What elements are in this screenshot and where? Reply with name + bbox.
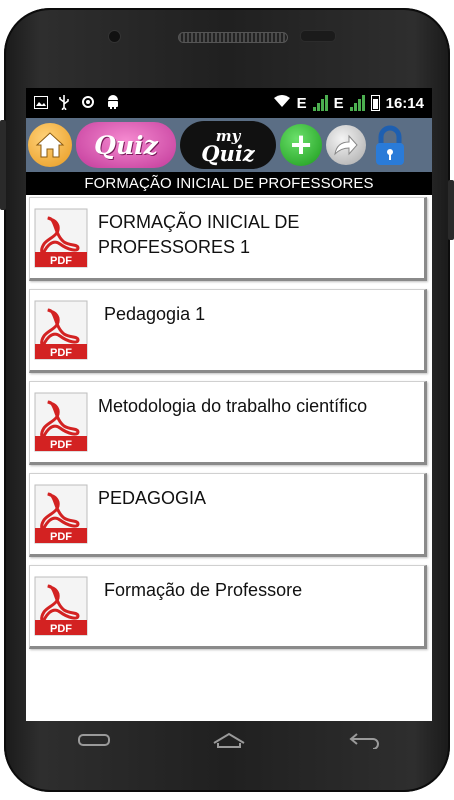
earpiece-speaker [178,32,288,43]
my-quiz-label-bottom: Quiz [201,141,255,166]
signal-icon [312,95,328,111]
svg-text:PDF: PDF [50,255,72,267]
app-toolbar: Quiz my Quiz + [26,118,432,172]
pdf-icon: PDF [34,484,88,544]
pdf-icon: PDF [34,300,88,360]
recent-apps-icon [77,734,110,746]
list-item[interactable]: PDF Metodologia do trabalho científico [29,381,427,465]
list-item-label: Metodologia do trabalho científico [98,396,368,416]
status-time: 16:14 [385,94,424,112]
app-screen: E E 16:14 Quiz my Quiz + FORMAÇÃO INICIA… [26,88,432,721]
battery-icon [370,95,380,111]
list-item[interactable]: PDF Formação de Professore [29,565,427,649]
home-nav-button[interactable] [209,728,249,752]
quiz-button[interactable]: Quiz [76,122,176,168]
sync-icon [80,94,96,112]
page-title: FORMAÇÃO INICIAL DE PROFESSORES [26,172,432,195]
pdf-icon: PDF [34,392,88,452]
network-type-label: E [333,94,344,112]
list-item-label: PEDAGOGIA [98,488,207,508]
list-item[interactable]: PDF PEDAGOGIA [29,473,427,557]
share-button[interactable] [326,125,366,165]
my-quiz-button[interactable]: my Quiz [180,121,276,169]
wifi-icon [273,94,291,113]
list-item-label: Pedagogia 1 [104,304,206,324]
front-camera [108,30,121,43]
home-icon [35,132,65,158]
list-item[interactable]: PDF FORMAÇÃO INICIAL DE PROFESSORES 1 [29,197,427,281]
pdf-icon: PDF [34,576,88,636]
signal-icon [349,95,365,111]
system-nav-bar [26,722,432,758]
usb-icon [58,94,70,112]
list-item-label: Formação de Professore [104,580,303,600]
add-button[interactable]: + [280,124,322,166]
svg-text:PDF: PDF [50,347,72,359]
network-type-label: E [296,94,307,112]
image-icon [34,95,48,111]
list-item-label: FORMAÇÃO INICIAL DE PROFESSORES 1 [98,212,300,257]
home-icon [213,732,245,748]
quiz-label: Quiz [94,130,158,160]
status-bar: E E 16:14 [26,88,432,118]
lock-button[interactable] [370,123,410,167]
svg-text:PDF: PDF [50,439,72,451]
svg-text:PDF: PDF [50,531,72,543]
pdf-icon: PDF [34,208,88,268]
back-icon [349,733,380,749]
share-arrow-icon [334,134,358,156]
document-list: PDF FORMAÇÃO INICIAL DE PROFESSORES 1 PD… [26,195,432,649]
svg-text:PDF: PDF [50,623,72,635]
lock-icon [376,125,404,165]
home-button[interactable] [28,123,72,167]
power-button [448,180,454,240]
back-button[interactable] [344,728,384,752]
recent-apps-button[interactable] [74,728,114,752]
volume-button [0,120,6,210]
proximity-sensor [300,30,336,42]
plus-icon: + [290,124,312,165]
list-item[interactable]: PDF Pedagogia 1 [29,289,427,373]
android-icon [106,94,120,112]
